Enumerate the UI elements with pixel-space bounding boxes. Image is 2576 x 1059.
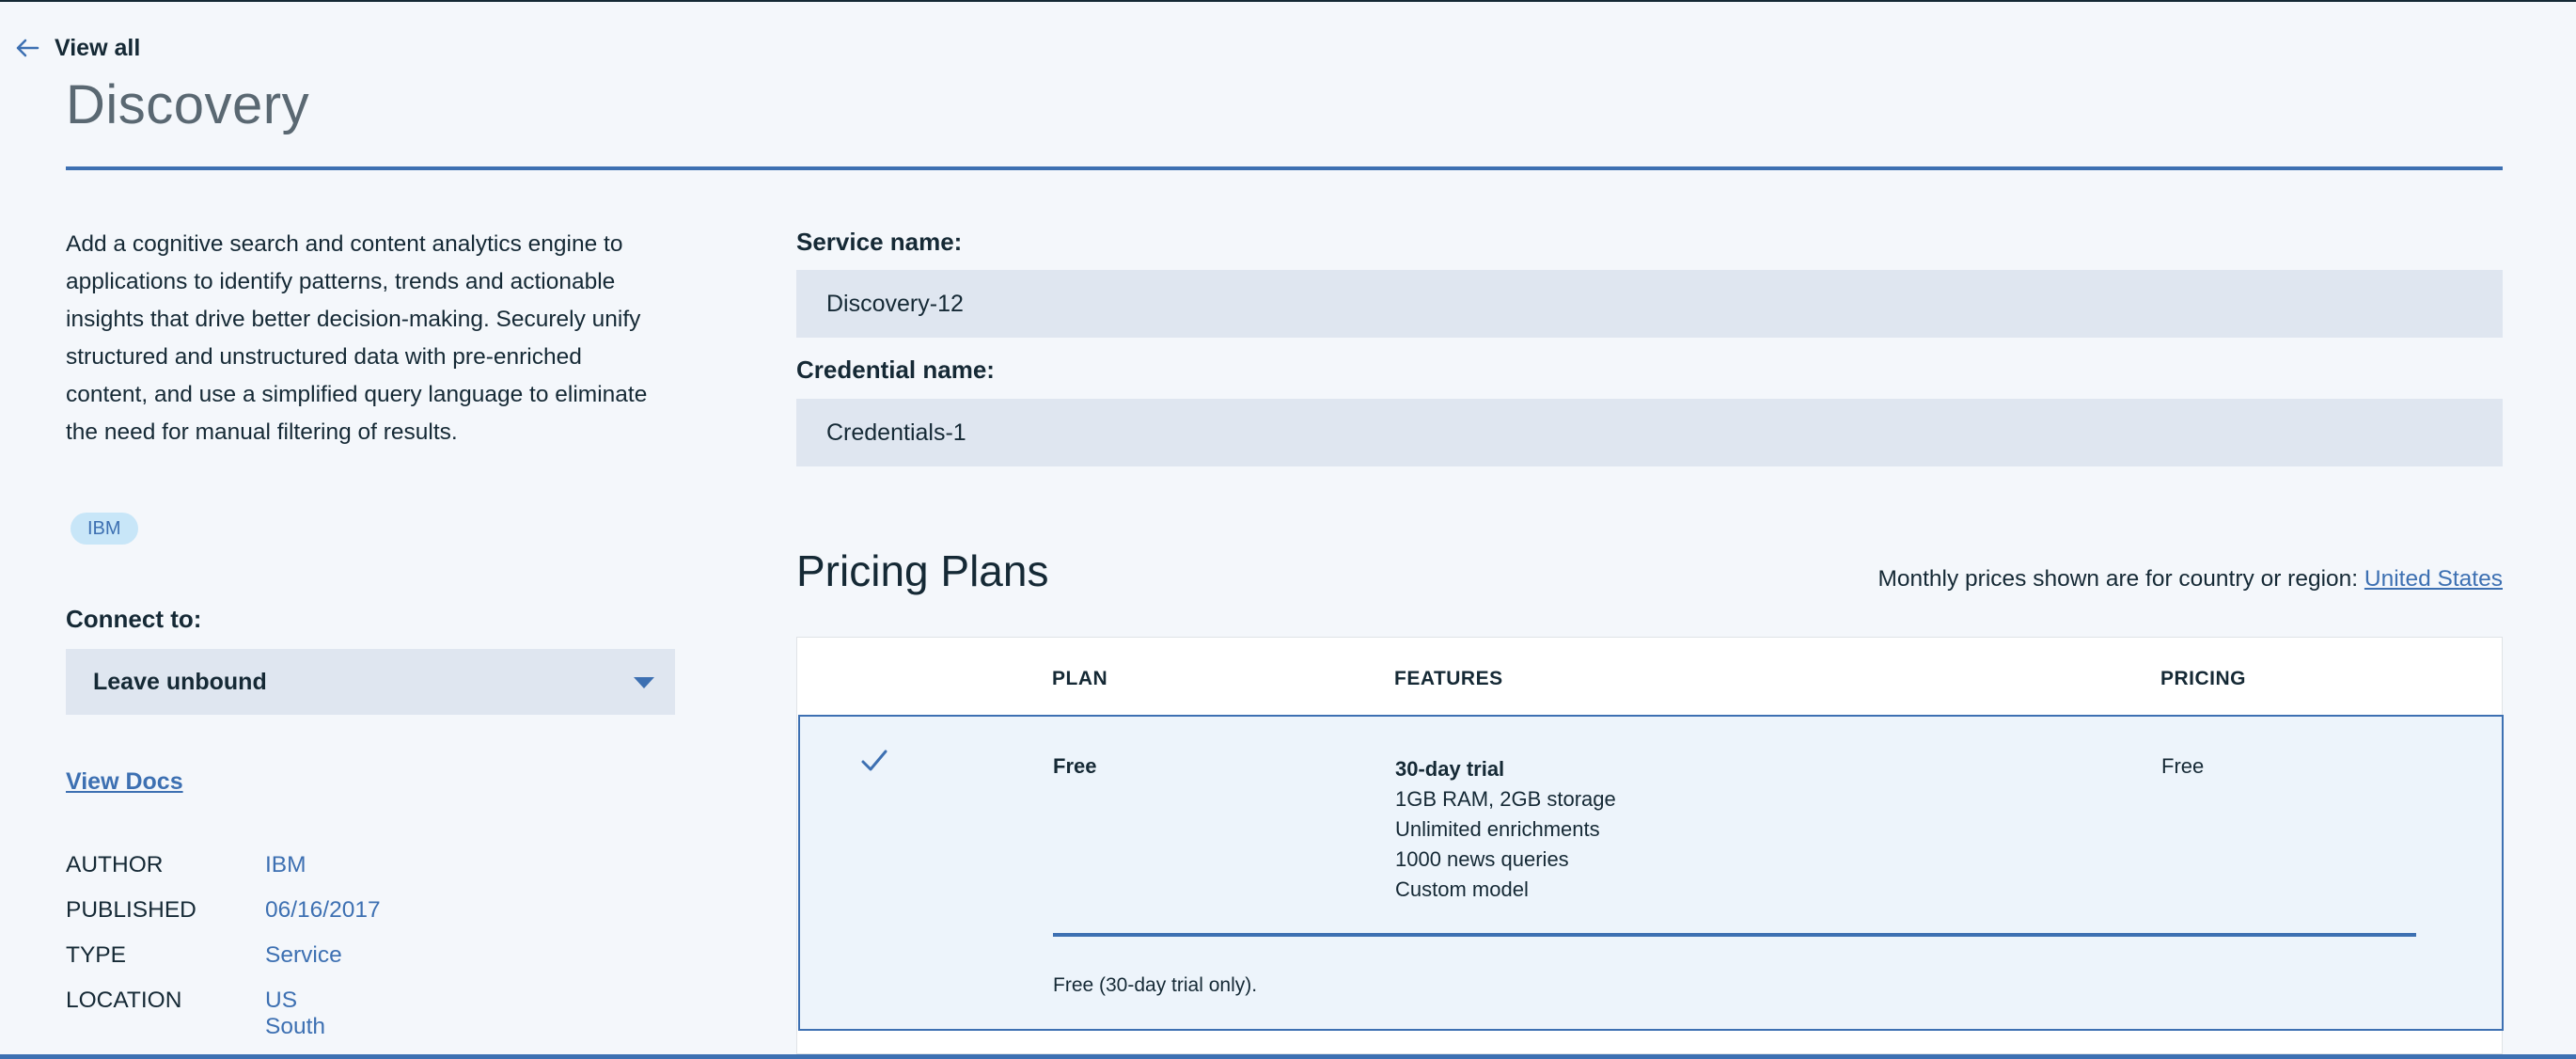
page-title: Discovery <box>66 74 310 135</box>
connect-to-dropdown[interactable]: Leave unbound <box>66 649 675 715</box>
service-name-label: Service name: <box>796 228 963 256</box>
caret-down-icon <box>634 677 654 688</box>
column-header-pricing: PRICING <box>2160 668 2247 689</box>
service-description: Add a cognitive search and content analy… <box>66 231 648 445</box>
meta-key: AUTHOR <box>66 852 164 877</box>
plan-features: 30-day trial 1GB RAM, 2GB storage Unlimi… <box>1395 754 1616 905</box>
plan-row-free[interactable]: Free 30-day trial 1GB RAM, 2GB storage U… <box>798 715 2504 1031</box>
meta-value: 06/16/2017 <box>265 897 381 923</box>
view-all-label: View all <box>55 34 141 61</box>
column-header-features: FEATURES <box>1394 668 1503 689</box>
feature-item: Unlimited enrichments <box>1395 817 1600 841</box>
pricing-plans-heading: Pricing Plans <box>796 546 1049 595</box>
meta-value: US South <box>265 988 326 1039</box>
plan-price: Free <box>2161 754 2205 778</box>
title-divider <box>66 166 2503 170</box>
meta-key: LOCATION <box>66 988 182 1013</box>
region-link[interactable]: United States <box>2364 566 2503 592</box>
meta-value: IBM <box>265 852 306 877</box>
view-docs-link[interactable]: View Docs <box>66 768 183 796</box>
feature-title: 30-day trial <box>1395 757 1505 781</box>
credential-name-input[interactable]: Credentials-1 <box>796 399 2503 466</box>
provider-tag: IBM <box>71 513 138 545</box>
bottom-border <box>0 1054 2576 1059</box>
plan-divider <box>1053 933 2416 937</box>
feature-item: 1GB RAM, 2GB storage <box>1395 787 1616 811</box>
connect-to-label: Connect to: <box>66 605 202 633</box>
region-text: Monthly prices shown are for country or … <box>1877 566 2359 592</box>
arrow-left-icon <box>16 39 39 57</box>
checkmark-icon <box>861 750 887 771</box>
meta-key: PUBLISHED <box>66 897 196 923</box>
plan-note: Free (30-day trial only). <box>1053 974 1258 996</box>
meta-value: Service <box>265 942 342 968</box>
column-header-plan: PLAN <box>1052 668 1108 689</box>
connect-to-value: Leave unbound <box>93 668 267 695</box>
credential-name-label: Credential name: <box>796 356 995 384</box>
plan-name: Free <box>1053 754 1097 778</box>
region-notice: Monthly prices shown are for country or … <box>1877 566 2503 593</box>
service-name-input[interactable]: Discovery-12 <box>796 270 2503 338</box>
meta-key: TYPE <box>66 942 126 968</box>
feature-item: 1000 news queries <box>1395 847 1569 871</box>
top-border <box>0 0 2576 2</box>
feature-item: Custom model <box>1395 877 1529 901</box>
view-all-link[interactable]: View all <box>13 34 140 62</box>
